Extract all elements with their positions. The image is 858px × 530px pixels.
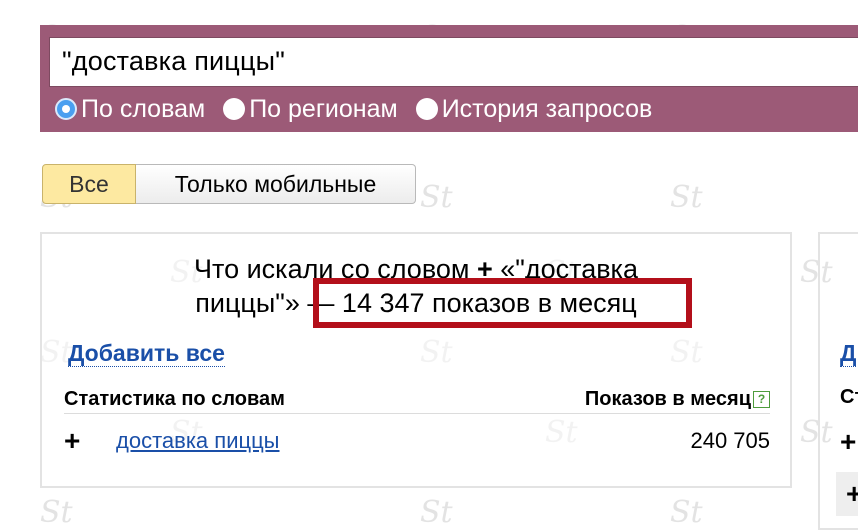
- help-icon[interactable]: ?: [753, 391, 770, 409]
- side-add-plus-icon[interactable]: +: [840, 426, 856, 458]
- side-add-plus-icon[interactable]: +: [836, 472, 858, 516]
- radio-empty-icon: [415, 98, 438, 120]
- radio-by-words[interactable]: По словам: [55, 95, 205, 124]
- watermark-mark: St: [40, 495, 73, 530]
- col-impressions-label: Показов в месяц: [584, 388, 751, 410]
- mobile-only-button[interactable]: Только мобильные: [136, 164, 416, 204]
- keyword-link[interactable]: доставка пиццы: [116, 428, 280, 454]
- col-stats-label: Статистика по словам: [64, 388, 285, 410]
- watermark-mark: St: [420, 180, 453, 215]
- radio-query-history[interactable]: История запросов: [415, 94, 653, 124]
- keyword-impressions: 240 705: [690, 428, 770, 453]
- watermark-mark: St: [670, 495, 703, 530]
- add-all-link[interactable]: Добавить все: [68, 340, 225, 367]
- search-mode-group: По словам По регионам История запросов: [55, 94, 670, 124]
- search-input[interactable]: "доставка пиццы": [49, 37, 858, 87]
- radio-selected-icon: [55, 98, 77, 120]
- radio-by-regions[interactable]: По регионам: [223, 95, 398, 124]
- radio-empty-icon: [223, 98, 246, 120]
- device-filter-toggle: Все Только мобильные: [42, 164, 416, 204]
- add-keyword-plus-icon[interactable]: +: [64, 425, 116, 457]
- watermark-mark: St: [670, 180, 703, 215]
- col-impressions-header: Показов в месяц?: [585, 388, 770, 411]
- radio-by-regions-label: По регионам: [249, 94, 398, 123]
- side-stats-label: Ст: [840, 386, 858, 408]
- table-row: + доставка пиццы 240 705: [64, 425, 770, 457]
- stats-table-header: Статистика по словам Показов в месяц?: [64, 386, 770, 414]
- watermark-mark: St: [420, 495, 453, 530]
- side-add-all-link[interactable]: Д: [840, 340, 857, 367]
- radio-query-history-label: История запросов: [441, 94, 653, 123]
- all-devices-button[interactable]: Все: [42, 164, 136, 204]
- radio-by-words-label: По словам: [81, 94, 206, 123]
- impressions-highlight-box: [313, 278, 692, 328]
